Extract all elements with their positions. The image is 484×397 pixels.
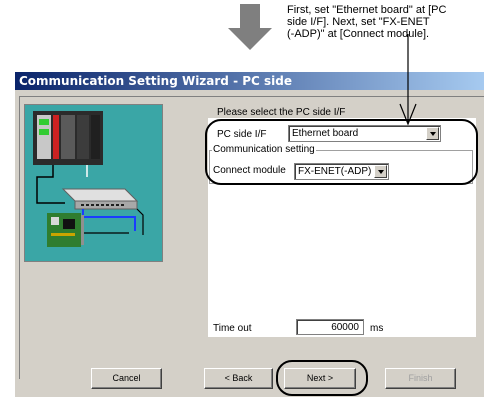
network-illustration [24, 104, 163, 262]
finish-button[interactable]: Finish [385, 368, 456, 389]
callout-line-3: (-ADP)" at [Connect module]. [287, 28, 430, 40]
back-button[interactable]: < Back [204, 368, 273, 389]
instruction-callout: First, set "Ethernet board" at [PC side … [287, 4, 484, 40]
timeout-input[interactable]: 60000 [296, 319, 364, 335]
timeout-unit: ms [370, 323, 384, 334]
highlight-ellipse-settings [205, 119, 478, 185]
form-heading: Please select the PC side I/F [217, 107, 346, 118]
cancel-button[interactable]: Cancel [91, 368, 162, 389]
timeout-label: Time out [213, 323, 252, 334]
timeout-value: 60000 [331, 322, 359, 333]
pointer-arrow-icon [399, 34, 417, 126]
callout-line-2: side I/F]. Next, set "FX-ENET [287, 16, 430, 28]
window-title: Communication Setting Wizard - PC side [19, 74, 292, 88]
plc-network-icon [33, 111, 144, 247]
next-button[interactable]: Next > [284, 368, 356, 389]
down-arrow-icon [228, 4, 272, 50]
callout-line-1: First, set "Ethernet board" at [PC [287, 4, 447, 16]
